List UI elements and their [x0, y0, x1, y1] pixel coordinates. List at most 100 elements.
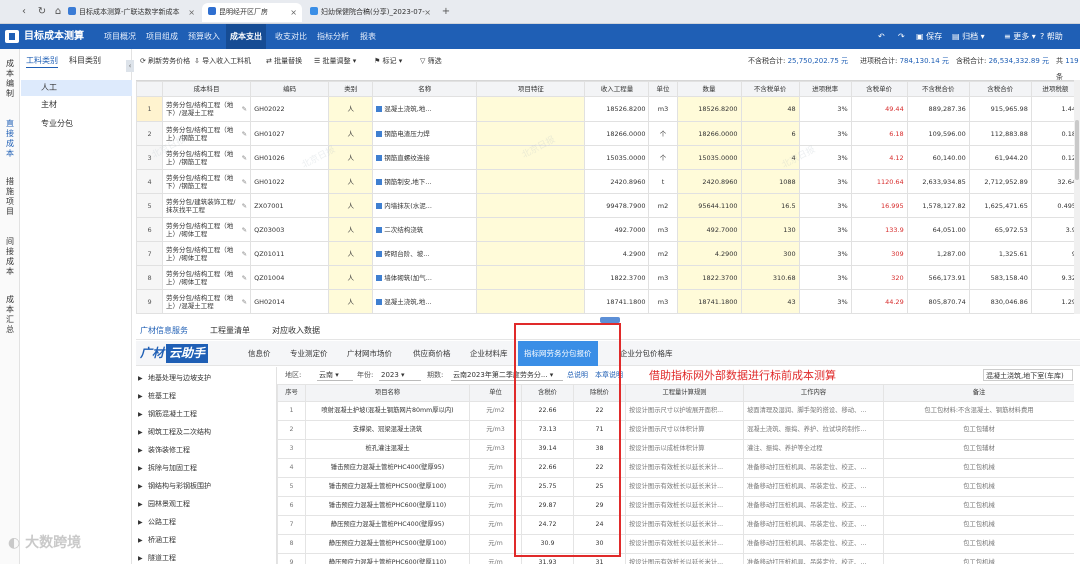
grid-cell[interactable]: m2 — [648, 193, 678, 218]
grid-cell[interactable]: 3% — [798, 121, 852, 146]
grid-cell[interactable]: GH01027 — [250, 121, 330, 146]
grid-cell[interactable]: 劳务分包/结构工程（地上）/砌体工程 ✎ — [162, 241, 252, 266]
grid-cell[interactable]: 5 — [135, 193, 164, 218]
grid-cell[interactable]: m3 — [648, 217, 678, 242]
grid-cell[interactable]: m3 — [648, 265, 678, 290]
grid-cell[interactable]: QZ03003 — [250, 217, 330, 242]
tree-node[interactable]: ▶ 钢结构与彩钢板围护 — [138, 477, 277, 495]
scrollbar-thumb[interactable] — [1075, 120, 1079, 180]
nav-cost-compilation[interactable]: 成本编制 — [0, 59, 20, 99]
grid-cell[interactable]: 889,287.36 — [906, 96, 970, 122]
grid-cell[interactable]: 人 — [328, 121, 374, 146]
grid-cell[interactable]: 人 — [328, 193, 374, 218]
table-row[interactable]: 4 劳务分包/结构工程（地下）/钢筋工程 ✎ GH01022 人钢筋制安,地下... 24… — [135, 169, 1080, 194]
grid-cell[interactable]: 43 — [740, 289, 800, 314]
grid-cell[interactable]: 4.12 — [850, 145, 908, 170]
grid-cell[interactable]: 2 — [135, 121, 164, 146]
grid-cell[interactable] — [476, 289, 586, 314]
expand-arrow-icon[interactable]: ▶ — [138, 406, 148, 424]
price-row[interactable]: 4 锤击预应力混凝土管桩PHC400(壁厚95) 元/m 22.66 22 按设计图示有效… — [277, 458, 1074, 478]
cloud-tab-info-price[interactable]: 信息价 — [248, 341, 271, 366]
grid-cell[interactable]: 309 — [850, 241, 908, 266]
grid-cell[interactable]: 915,965.98 — [968, 96, 1032, 122]
expand-arrow-icon[interactable]: ▶ — [138, 388, 148, 406]
grid-cell[interactable]: 44.29 — [850, 289, 908, 314]
nav-direct-cost[interactable]: 直接成本 — [0, 119, 20, 159]
grid-cell[interactable]: 0.12 — [1030, 145, 1080, 170]
grid-cell[interactable]: t — [648, 169, 678, 194]
grid-cell[interactable]: 18526.8200 — [676, 96, 742, 122]
tree-node[interactable]: ▶ 桩基工程 — [138, 387, 277, 405]
menu-income-expense-compare[interactable]: 收支对比 — [271, 24, 311, 49]
grid-cell[interactable]: 1,578,127.82 — [906, 193, 970, 218]
grid-cell[interactable]: 个 — [648, 145, 678, 170]
grid-header-cell[interactable]: 编码 — [250, 81, 330, 97]
price-row[interactable]: 2 支撑梁、冠梁混凝土浇筑 元/m3 73.13 71 按设计图示尺寸以体积计算 混凝土浇筑… — [277, 420, 1074, 440]
expand-arrow-icon[interactable]: ▶ — [138, 424, 148, 442]
expand-arrow-icon[interactable]: ▶ — [138, 532, 148, 550]
browser-tab-2[interactable]: 妇幼保健院合稿(分享)_2023-07-0 × — [304, 3, 436, 22]
price-row[interactable]: 5 锤击预应力混凝土管桩PHC500(壁厚100) 元/m 25.75 25 按设计图示有… — [277, 477, 1074, 497]
grid-cell[interactable]: 3% — [798, 96, 852, 122]
grid-cell[interactable]: 492.7000 — [676, 217, 742, 242]
tab-income-data[interactable]: 对应收入数据 — [272, 322, 320, 340]
archive-button[interactable]: ▤ 归档 ▾ — [952, 24, 985, 49]
tree-node[interactable]: ▶ 地基处理与边坡支护 — [138, 369, 277, 387]
grid-cell[interactable]: 1,325.61 — [968, 241, 1032, 266]
grid-cell[interactable]: 32.64 — [1030, 169, 1080, 194]
grid-cell[interactable]: 130 — [740, 217, 800, 242]
grid-cell[interactable]: 15035.0000 — [676, 145, 742, 170]
grid-header-cell[interactable]: 单位 — [648, 81, 678, 97]
grid-cell[interactable]: 112,883.88 — [968, 121, 1032, 146]
menu-project-overview[interactable]: 项目概况 — [100, 24, 140, 49]
expand-arrow-icon[interactable]: ▶ — [138, 442, 148, 460]
grid-cell[interactable]: ZX07001 — [250, 193, 330, 218]
tree-node[interactable]: ▶ 拆除与加固工程 — [138, 459, 277, 477]
grid-cell[interactable]: 3.9 — [1030, 217, 1080, 242]
grid-cell[interactable]: 二次结构浇筑 — [372, 217, 478, 242]
grid-cell[interactable]: m3 — [648, 96, 678, 122]
price-row[interactable]: 7 静压预应力混凝土管桩PHC400(壁厚95) 元/m 24.72 24 按设计图示有效… — [277, 515, 1074, 535]
grid-cell[interactable] — [476, 193, 586, 218]
grid-header-cell[interactable]: 含税单价 — [850, 81, 908, 97]
grid-cell[interactable]: GH02022 — [250, 96, 330, 122]
grid-cell[interactable]: GH02014 — [250, 289, 330, 314]
browser-tab-1[interactable]: 昆明经开区厂房 × — [202, 3, 302, 22]
batch-adjust-button[interactable]: ☰ 批量调整 ▾ — [314, 53, 356, 69]
cloud-tab-enterprise-subcontract-lib[interactable]: 企业分包价格库 — [620, 341, 673, 366]
grid-cell[interactable]: 劳务分包/结构工程（地上）/砌体工程 ✎ — [162, 265, 252, 290]
grid-cell[interactable]: 劳务分包/建筑装饰工程/抹灰找平工程 ✎ — [162, 193, 252, 218]
grid-cell[interactable]: 劳务分包/结构工程（地下）/钢筋工程 ✎ — [162, 169, 252, 194]
menu-project-composition[interactable]: 项目组成 — [142, 24, 182, 49]
price-row[interactable]: 3 桩孔灌注混凝土 元/m3 39.14 38 按设计图示以成桩体积计算 灌注、振捣、养护等… — [277, 439, 1074, 459]
nav-cost-summary[interactable]: 成本汇总 — [0, 295, 20, 335]
new-tab-icon[interactable]: + — [440, 5, 452, 19]
expand-arrow-icon[interactable]: ▶ — [138, 496, 148, 514]
grid-cell[interactable]: 18266.0000 — [584, 121, 650, 146]
grid-cell[interactable]: 7 — [135, 241, 164, 266]
grid-cell[interactable]: 人 — [328, 289, 374, 314]
grid-cell[interactable]: 18526.8200 — [584, 96, 650, 122]
close-tab-icon[interactable]: × — [424, 3, 431, 22]
edit-icon[interactable]: ✎ — [242, 226, 247, 234]
menu-index-analysis[interactable]: 指标分析 — [313, 24, 353, 49]
grid-cell[interactable]: 2,633,934.85 — [906, 169, 970, 194]
expand-arrow-icon[interactable]: ▶ — [138, 514, 148, 532]
grid-cell[interactable]: 0.495 — [1030, 193, 1080, 218]
cloud-tab-supplier-price[interactable]: 供应商价格 — [413, 341, 451, 366]
edit-icon[interactable]: ✎ — [242, 250, 247, 258]
grid-cell[interactable]: 109,596.00 — [906, 121, 970, 146]
grid-header-cell[interactable]: 类别 — [328, 81, 374, 97]
price-search-input[interactable]: 混凝土浇筑,地下室(车库) — [983, 369, 1073, 381]
grid-cell[interactable]: 6.18 — [850, 121, 908, 146]
grid-cell[interactable]: 1.29 — [1030, 289, 1080, 314]
tab-material-info-service[interactable]: 广材信息服务 — [140, 322, 188, 340]
grid-cell[interactable]: 2420.8960 — [676, 169, 742, 194]
grid-cell[interactable]: 1 — [135, 96, 164, 122]
grid-cell[interactable]: 61,944.20 — [968, 145, 1032, 170]
back-icon[interactable]: ‹ — [18, 5, 30, 19]
grid-cell[interactable]: 64,051.00 — [906, 217, 970, 242]
price-row[interactable]: 1 喷射混凝土护坡(混凝土钢筋网片80mm厚以内) 元/m2 22.66 22 按设计图示… — [277, 401, 1074, 421]
close-tab-icon[interactable]: × — [290, 3, 297, 22]
menu-cost-expense[interactable]: 成本支出 — [226, 24, 266, 49]
